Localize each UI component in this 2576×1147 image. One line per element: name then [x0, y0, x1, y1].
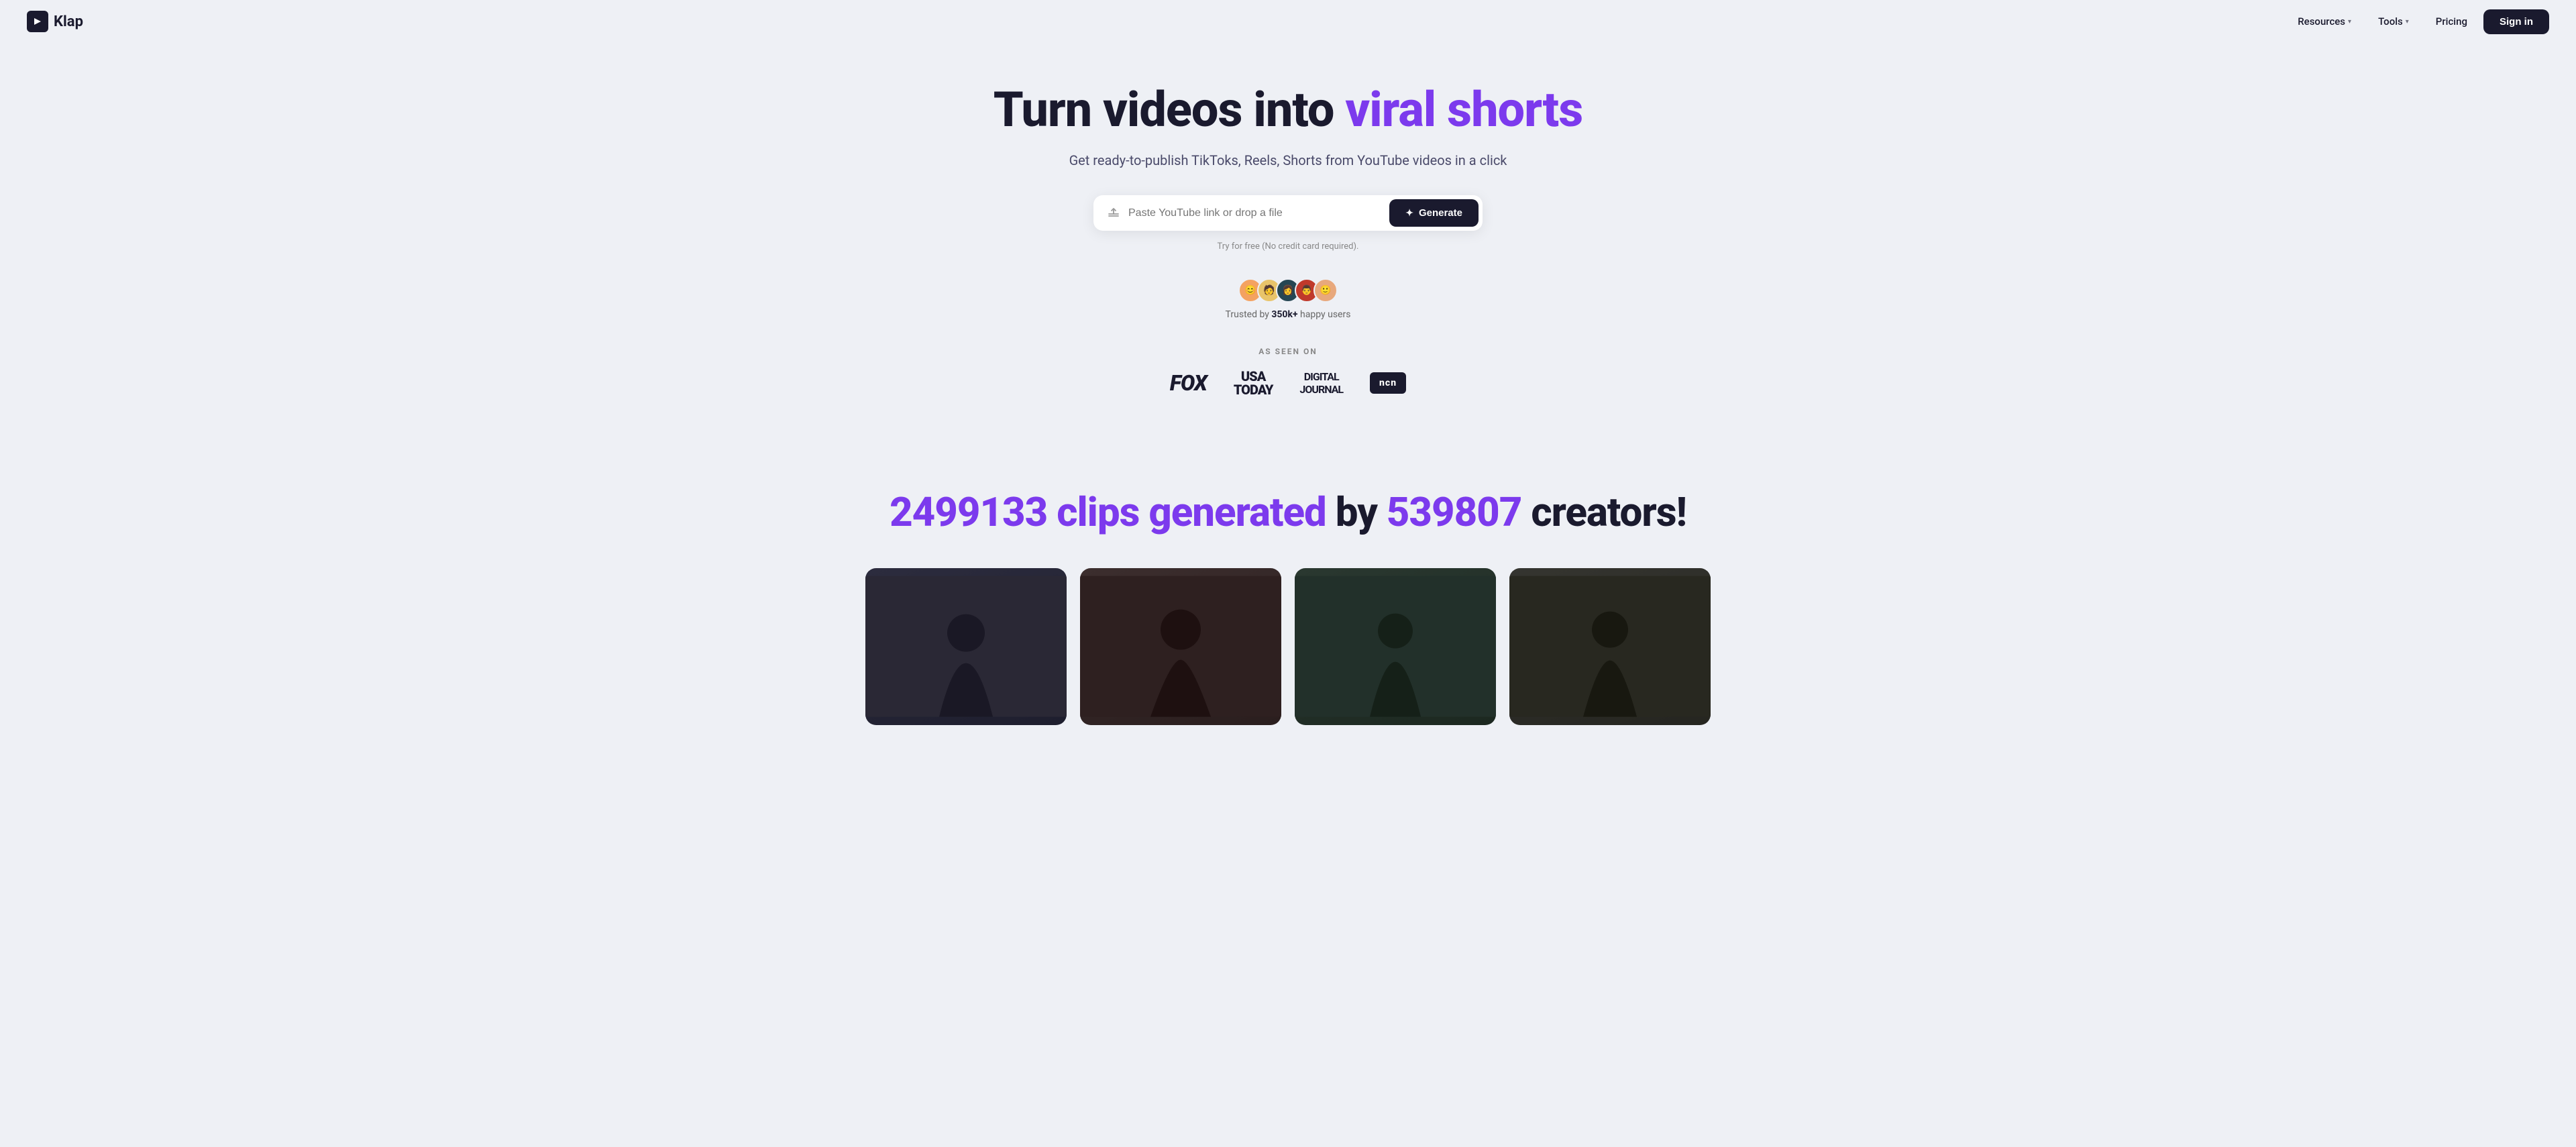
- as-seen-on-section: AS SEEN ON FOX USATODAY DIGITALJOURNAL n…: [13, 347, 2563, 396]
- logo-icon: [27, 11, 48, 32]
- try-free-text: Try for free (No credit card required).: [13, 241, 2563, 252]
- by-label: by: [1336, 488, 1387, 536]
- stats-text: 2499133 clips generated by 539807 creato…: [13, 490, 2563, 535]
- avatar: 🙂: [1313, 278, 1338, 303]
- ncn-logo: ncn: [1370, 372, 1406, 394]
- resources-chevron-icon: ▾: [2348, 18, 2351, 25]
- social-proof: 😊 🧑 👩 👨 🙂 Trusted by 350k+ happy users: [13, 278, 2563, 320]
- signin-button[interactable]: Sign in: [2483, 9, 2549, 34]
- creators-label: creators!: [1521, 488, 1686, 536]
- fox-logo: FOX: [1170, 370, 1207, 396]
- generate-label: Generate: [1419, 207, 1462, 219]
- hero-title: Turn videos into viral shorts: [13, 83, 2563, 136]
- tools-nav-link[interactable]: Tools ▾: [2367, 10, 2420, 33]
- navbar: Klap Resources ▾ Tools ▾ Pricing Sign in: [0, 0, 2576, 43]
- as-seen-on-label: AS SEEN ON: [13, 347, 2563, 356]
- creators-count: 539807: [1387, 488, 1522, 536]
- tools-chevron-icon: ▾: [2406, 18, 2409, 25]
- logo[interactable]: Klap: [27, 11, 83, 32]
- hero-title-highlight: viral shorts: [1345, 81, 1582, 138]
- generate-icon: ✦: [1405, 207, 1413, 219]
- video-card: [1509, 568, 1711, 724]
- trusted-text: Trusted by 350k+ happy users: [1226, 309, 1351, 320]
- resources-nav-link[interactable]: Resources ▾: [2287, 10, 2362, 33]
- logo-text: Klap: [54, 13, 83, 30]
- stats-section: 2499133 clips generated by 539807 creato…: [0, 463, 2576, 568]
- hero-section: Turn videos into viral shorts Get ready-…: [0, 43, 2576, 463]
- url-input-wrapper: ✦ Generate: [1093, 195, 1483, 231]
- hero-title-part1: Turn videos into: [994, 81, 1346, 138]
- usa-today-logo: USATODAY: [1234, 370, 1273, 396]
- trusted-suffix: happy users: [1298, 309, 1351, 320]
- clips-count: 2499133: [890, 488, 1047, 536]
- hero-subtitle: Get ready-to-publish TikToks, Reels, Sho…: [13, 152, 2563, 168]
- media-logos: FOX USATODAY DIGITALJOURNAL ncn: [13, 370, 2563, 396]
- generate-button[interactable]: ✦ Generate: [1389, 199, 1479, 227]
- nav-links: Resources ▾ Tools ▾ Pricing Sign in: [2287, 9, 2549, 34]
- clips-label: clips generated: [1047, 488, 1335, 536]
- youtube-url-input[interactable]: [1128, 207, 1389, 219]
- pricing-nav-link[interactable]: Pricing: [2425, 10, 2478, 33]
- video-grid: [852, 568, 1724, 724]
- video-card: [865, 568, 1067, 724]
- avatars-group: 😊 🧑 👩 👨 🙂: [1238, 278, 1338, 303]
- video-card: [1080, 568, 1281, 724]
- digital-journal-logo: DIGITALJOURNAL: [1299, 370, 1343, 396]
- video-card: [1295, 568, 1496, 724]
- trusted-count: 350k+: [1271, 309, 1297, 320]
- upload-icon: [1107, 205, 1120, 221]
